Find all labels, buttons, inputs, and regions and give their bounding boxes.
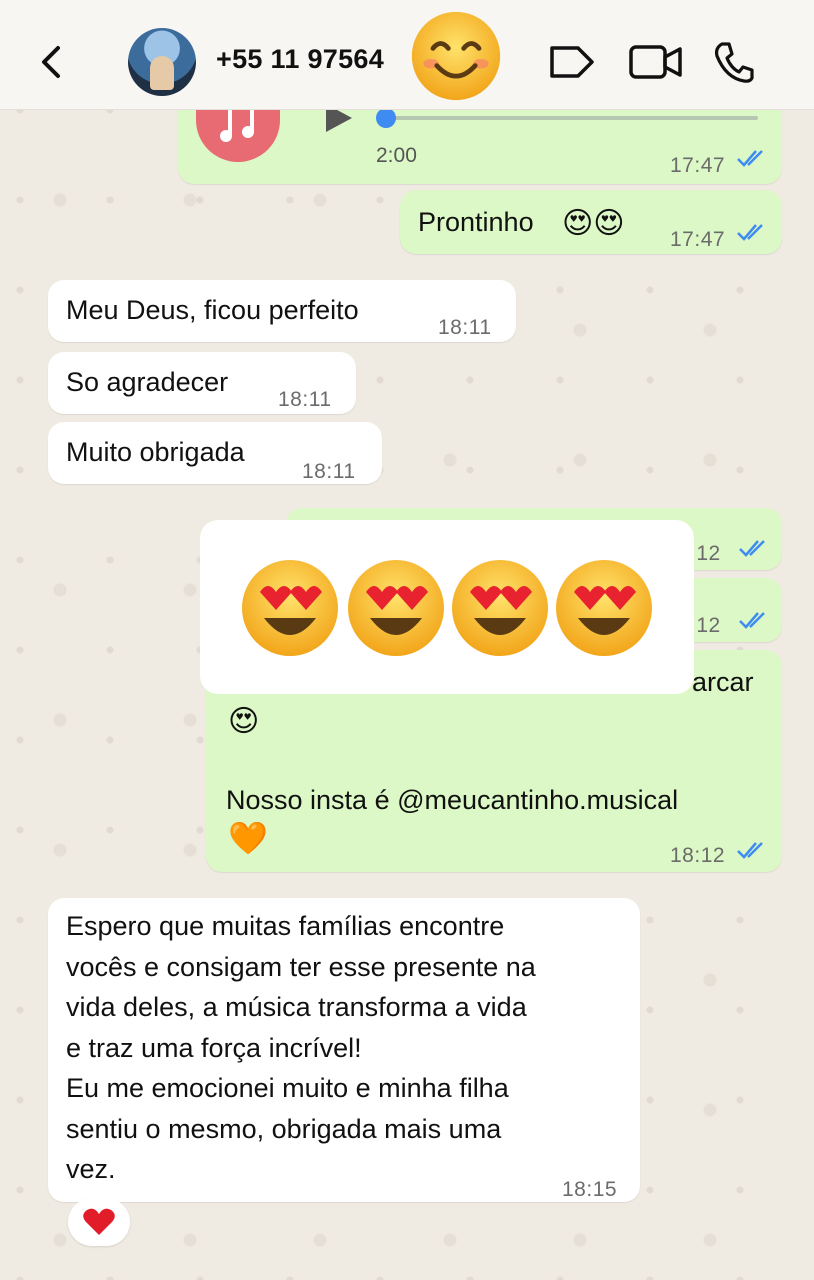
read-ticks-icon — [739, 540, 765, 557]
message-line: sentiu o mesmo, obrigada mais uma — [66, 1113, 502, 1144]
message-text: Espero que muitas famílias encontre você… — [66, 906, 536, 1190]
message-line: e traz uma força incrível! — [66, 1032, 362, 1063]
message-time: :12 — [690, 542, 721, 565]
message-prontinho[interactable]: Prontinho 😍😍 17:47 — [400, 190, 782, 254]
message-line: Espero que muitas famílias encontre — [66, 911, 505, 941]
message-text: So agradecer — [66, 367, 229, 397]
orange-heart-emoji: 🧡 — [228, 820, 268, 856]
heart-eyes-emoji — [242, 560, 338, 656]
message-line: Eu me emocionei muito e minha filha — [66, 1073, 509, 1103]
message-text-partial: arcar — [692, 667, 754, 697]
avatar[interactable] — [128, 28, 196, 96]
read-ticks-icon — [737, 842, 763, 859]
emoji-overlay-card — [200, 520, 694, 694]
message-text: Prontinho — [418, 207, 534, 237]
message-line: vocês e consigam ter esse presente na — [66, 951, 536, 982]
audio-progress-handle[interactable] — [376, 108, 396, 128]
heart-eyes-emoji: 😍😍 — [562, 207, 625, 240]
message-time: 17:47 — [670, 228, 726, 251]
heart-eyes-emoji — [452, 560, 548, 656]
read-ticks-icon — [737, 150, 763, 167]
message-time: 17:47 — [670, 154, 726, 177]
message-time: 18:11 — [278, 388, 332, 411]
message-line: vez. — [66, 1154, 116, 1184]
message-text: Muito obrigada — [66, 437, 245, 467]
read-ticks-icon — [739, 612, 765, 629]
audio-message[interactable]: 2:00 17:47 — [178, 90, 782, 184]
tag-icon[interactable] — [548, 40, 596, 84]
message-espero[interactable]: Espero que muitas famílias encontre você… — [48, 898, 640, 1202]
contact-name[interactable]: +55 11 97564 — [216, 44, 384, 75]
message-muito-obrigada[interactable]: Muito obrigada 18:11 — [48, 422, 382, 484]
message-text: Nosso insta é @meucantinho.musical — [226, 785, 679, 815]
message-time: :12 — [690, 614, 721, 637]
message-line: vida deles, a música transforma a vida — [66, 992, 527, 1022]
read-ticks-icon — [737, 224, 763, 241]
message-time: 18:15 — [562, 1178, 618, 1201]
video-icon[interactable] — [628, 40, 684, 84]
back-icon[interactable] — [38, 44, 64, 80]
message-meu-deus[interactable]: Meu Deus, ficou perfeito 18:11 — [48, 280, 516, 342]
message-time: 18:11 — [302, 460, 356, 483]
smiling-face-emoji — [411, 11, 501, 101]
audio-progress-track[interactable] — [386, 116, 758, 120]
red-heart-icon — [83, 1208, 115, 1235]
phone-icon[interactable] — [712, 40, 756, 84]
reaction-badge[interactable] — [68, 1198, 130, 1246]
heart-eyes-emoji-row — [242, 560, 652, 656]
chat-header: +55 11 97564 — [0, 0, 814, 110]
message-text: Meu Deus, ficou perfeito — [66, 295, 359, 325]
heart-eyes-emoji — [556, 560, 652, 656]
message-time: 18:11 — [438, 316, 492, 339]
heart-eyes-emoji: 😍 — [228, 705, 260, 738]
message-so-agradecer[interactable]: So agradecer 18:11 — [48, 352, 356, 414]
heart-eyes-emoji — [348, 560, 444, 656]
message-time: 18:12 — [670, 844, 726, 867]
audio-duration: 2:00 — [376, 144, 417, 167]
